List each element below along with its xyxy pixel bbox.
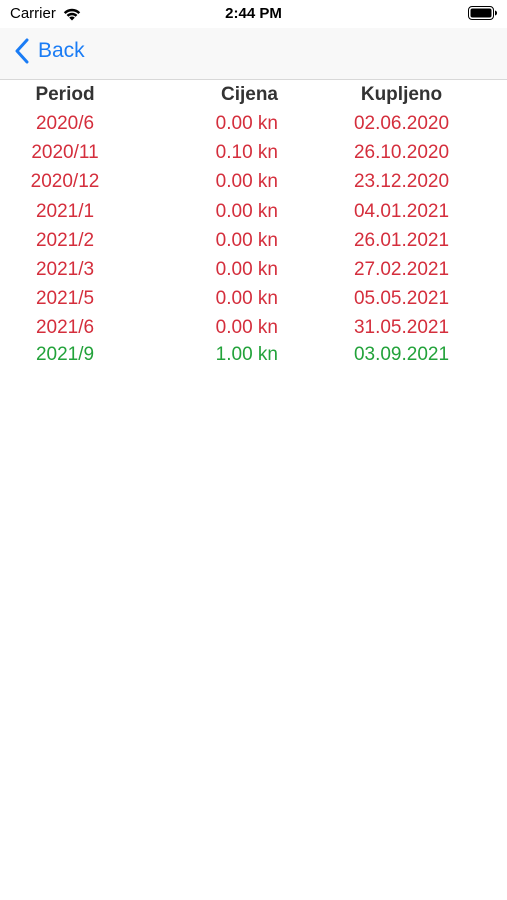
table-header-row: Period Cijena Kupljeno <box>0 80 507 109</box>
row-purchased: 26.01.2021 <box>353 229 450 251</box>
row-purchased: 23.12.2020 <box>353 171 450 193</box>
table-row: 2021/3 0.00 kn 27.02.2021 <box>0 255 507 284</box>
navigation-bar: Back <box>0 28 507 80</box>
row-period: 2021/2 <box>35 229 95 251</box>
row-price: 0.00 kn <box>215 317 278 339</box>
back-button[interactable]: Back <box>14 38 85 64</box>
status-clock: 2:44 PM <box>225 5 282 22</box>
battery-icon <box>468 6 498 20</box>
row-price: 0.00 kn <box>215 258 278 280</box>
row-purchased: 05.05.2021 <box>353 288 450 310</box>
row-period: 2021/9 <box>35 343 95 365</box>
row-price: 0.00 kn <box>215 288 278 310</box>
table-row: 2021/9 1.00 kn 03.09.2021 <box>0 340 507 369</box>
row-price: 1.00 kn <box>215 343 278 365</box>
row-period: 2021/6 <box>35 317 95 339</box>
table-row: 2020/11 0.10 kn 26.10.2020 <box>0 138 507 167</box>
row-purchased: 27.02.2021 <box>353 258 450 280</box>
purchases-table: Period Cijena Kupljeno 2020/6 0.00 kn 02… <box>0 80 507 369</box>
table-row: 2021/2 0.00 kn 26.01.2021 <box>0 226 507 255</box>
row-price: 0.00 kn <box>215 171 278 193</box>
header-purchased: Kupljeno <box>360 84 443 105</box>
row-period: 2020/6 <box>35 113 95 134</box>
row-price: 0.00 kn <box>215 113 278 134</box>
row-purchased: 31.05.2021 <box>353 317 450 339</box>
row-purchased: 02.06.2020 <box>353 113 450 134</box>
header-price: Cijena <box>220 84 278 105</box>
chevron-left-icon <box>14 38 30 64</box>
row-period: 2021/5 <box>35 288 95 310</box>
row-period: 2021/3 <box>35 258 95 280</box>
row-period: 2021/1 <box>35 200 95 222</box>
row-price: 0.10 kn <box>215 142 278 164</box>
row-purchased: 04.01.2021 <box>353 200 450 222</box>
row-period: 2020/11 <box>31 142 99 164</box>
row-price: 0.00 kn <box>215 229 278 251</box>
status-bar: Carrier 2:44 PM <box>0 0 507 28</box>
table-row: 2021/6 0.00 kn 31.05.2021 <box>0 313 507 342</box>
table-row: 2020/6 0.00 kn 02.06.2020 <box>0 109 507 138</box>
table-row: 2021/5 0.00 kn 05.05.2021 <box>0 284 507 313</box>
row-price: 0.00 kn <box>215 200 278 222</box>
row-period: 2020/12 <box>30 171 100 193</box>
table-row: 2020/12 0.00 kn 23.12.2020 <box>0 167 507 196</box>
back-label: Back <box>38 39 85 62</box>
table-row: 2021/1 0.00 kn 04.01.2021 <box>0 197 507 226</box>
row-purchased: 03.09.2021 <box>353 343 450 365</box>
row-purchased: 26.10.2020 <box>353 142 450 164</box>
header-period: Period <box>35 84 95 105</box>
